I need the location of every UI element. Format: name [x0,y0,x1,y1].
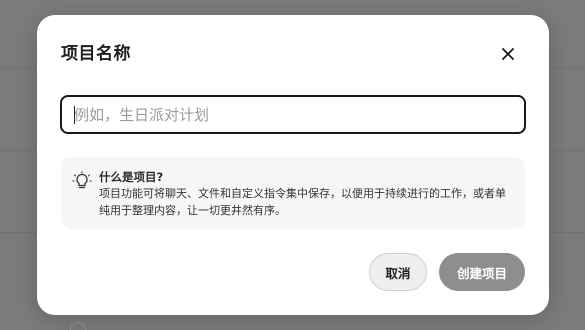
cancel-button[interactable]: 取消 [369,253,427,291]
project-name-field[interactable] [60,95,526,134]
text-caret [74,106,75,124]
create-project-dialog: 项目名称 什么是项目? 项目功能可将聊天、文件和自定义指令集中保存，以便用于持续… [37,15,549,315]
info-description: 项目功能可将聊天、文件和自定义指令集中保存，以便用于持续进行的工作，或者单纯用于… [99,187,506,217]
close-button[interactable] [497,43,519,65]
close-icon [502,48,514,60]
background-avatar [70,322,86,330]
create-project-button[interactable]: 创建项目 [439,253,525,291]
info-box: 什么是项目? 项目功能可将聊天、文件和自定义指令集中保存，以便用于持续进行的工作… [61,157,525,229]
dialog-title: 项目名称 [61,44,131,64]
lightbulb-icon [72,171,92,189]
project-name-input[interactable] [62,97,524,132]
info-title: 什么是项目? [99,170,164,184]
